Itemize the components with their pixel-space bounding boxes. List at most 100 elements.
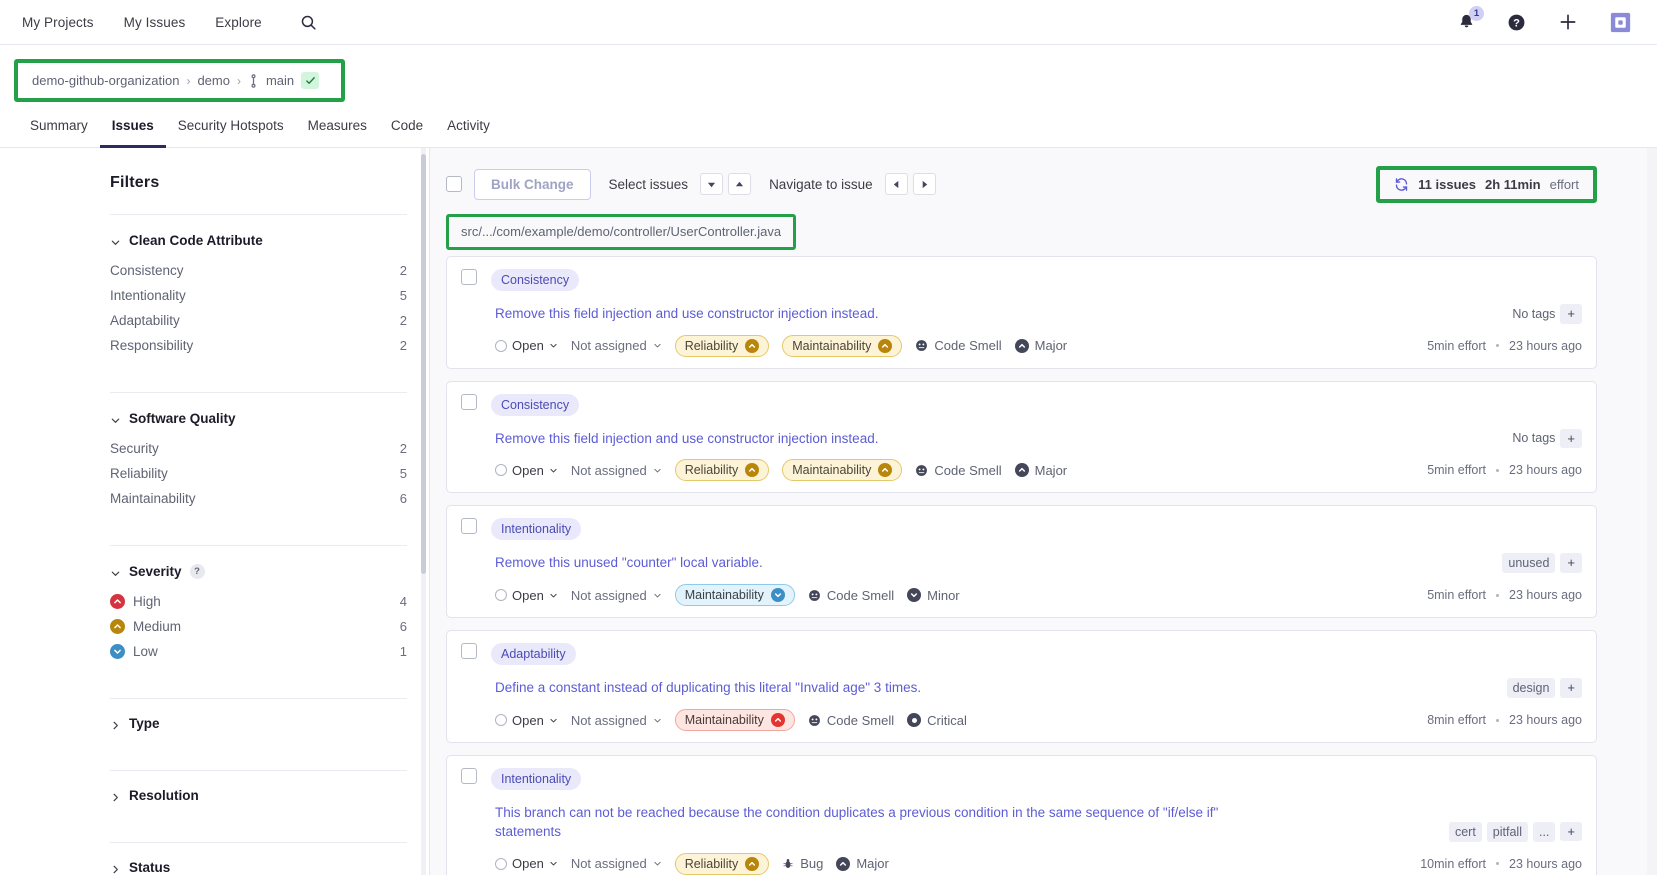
nav-link-explore[interactable]: Explore <box>215 15 261 30</box>
issue-message[interactable]: Remove this field injection and use cons… <box>495 429 878 448</box>
help-icon[interactable]: ? <box>1507 13 1526 32</box>
issue-tag[interactable]: unused <box>1502 553 1556 574</box>
tab-measures[interactable]: Measures <box>296 112 379 148</box>
software-quality-badge-reliability[interactable]: Reliability <box>674 852 770 875</box>
issue-status-dropdown[interactable]: Open <box>495 338 558 353</box>
issue-message[interactable]: Remove this unused "counter" local varia… <box>495 553 763 572</box>
clean-code-attribute-badge[interactable]: Intentionality <box>491 768 582 791</box>
issue-checkbox[interactable] <box>461 269 477 285</box>
facet-header-resolution[interactable]: Resolution <box>110 788 407 803</box>
issue-checkbox[interactable] <box>461 518 477 535</box>
software-quality-badge-reliability[interactable]: Reliability <box>674 334 770 357</box>
caret-up-icon[interactable] <box>728 173 752 195</box>
tab-code[interactable]: Code <box>379 112 435 148</box>
software-quality-badge-maintainability[interactable]: Maintainability <box>782 334 903 357</box>
facet-item-label: Low <box>133 644 158 659</box>
facet-item-reliability[interactable]: Reliability 5 <box>110 461 407 486</box>
facet-item-responsibility[interactable]: Responsibility 2 <box>110 333 407 358</box>
software-quality-badge-reliability[interactable]: Reliability <box>674 459 770 482</box>
tab-activity[interactable]: Activity <box>435 112 502 148</box>
software-quality-badge-maintainability[interactable]: Maintainability <box>674 584 795 607</box>
facet-header-type[interactable]: Type <box>110 716 407 731</box>
breadcrumb-project[interactable]: demo <box>197 73 230 88</box>
add-tag-button[interactable]: + <box>1560 428 1582 449</box>
facet-item-adaptability[interactable]: Adaptability 2 <box>110 308 407 333</box>
issue-status-dropdown[interactable]: Open <box>495 856 558 871</box>
clean-code-attribute-badge[interactable]: Intentionality <box>491 518 582 541</box>
sidebar-scrollbar-thumb[interactable] <box>421 154 426 574</box>
issue-tags-overflow[interactable]: ... <box>1532 821 1556 842</box>
issue-severity: Major <box>836 856 889 871</box>
issue-assignee-dropdown[interactable]: Not assigned <box>571 463 662 478</box>
issue-assignee-dropdown[interactable]: Not assigned <box>571 856 662 871</box>
caret-right-icon[interactable] <box>912 173 936 195</box>
issue-message[interactable]: Define a constant instead of duplicating… <box>495 678 921 697</box>
project-tabs: Summary Issues Security Hotspots Measure… <box>0 112 1657 148</box>
issue-checkbox[interactable] <box>461 643 477 660</box>
status-open-icon <box>495 464 507 477</box>
issue-tag[interactable]: cert <box>1448 821 1482 842</box>
facet-header-clean-code-attribute[interactable]: Clean Code Attribute <box>110 233 407 248</box>
main-scrollbar-track[interactable] <box>1647 148 1657 875</box>
issue-assignee-dropdown[interactable]: Not assigned <box>571 338 662 353</box>
facet-header-status[interactable]: Status <box>110 860 407 875</box>
issue-card[interactable]: Intentionality This branch can not be re… <box>446 755 1597 875</box>
nav-link-my-issues[interactable]: My Issues <box>124 15 186 30</box>
add-tag-button[interactable]: + <box>1560 304 1582 324</box>
issue-assignee-dropdown[interactable]: Not assigned <box>571 588 662 603</box>
facet-header-severity[interactable]: Severity ? <box>110 564 407 579</box>
nav-link-my-projects[interactable]: My Projects <box>22 15 94 30</box>
add-tag-button[interactable]: + <box>1560 553 1582 573</box>
issue-card[interactable]: Consistency Remove this field injection … <box>446 380 1597 494</box>
facet-item-medium[interactable]: Medium 6 <box>110 614 407 639</box>
issue-meta-right: 5min effort 23 hours ago <box>1427 463 1582 477</box>
facet-item-low[interactable]: Low 1 <box>110 639 407 664</box>
user-avatar-icon[interactable] <box>1610 12 1631 33</box>
facet-item-intentionality[interactable]: Intentionality 5 <box>110 283 407 308</box>
bulk-change-button[interactable]: Bulk Change <box>474 168 591 200</box>
facet-item-high[interactable]: High 4 <box>110 589 407 614</box>
issue-message[interactable]: Remove this field injection and use cons… <box>495 304 878 323</box>
issue-tag[interactable]: pitfall <box>1486 821 1528 842</box>
issue-card[interactable]: Consistency Remove this field injection … <box>446 256 1597 369</box>
search-icon[interactable] <box>300 14 317 31</box>
notifications-bell-icon[interactable]: 1 <box>1458 6 1484 31</box>
caret-left-icon[interactable] <box>884 173 908 195</box>
facet-item-label: High <box>133 594 161 609</box>
select-all-checkbox[interactable] <box>446 176 462 192</box>
software-quality-badge-maintainability[interactable]: Maintainability <box>782 459 903 482</box>
plus-icon[interactable] <box>1558 12 1578 32</box>
issue-status-dropdown[interactable]: Open <box>495 463 558 478</box>
clean-code-attribute-badge[interactable]: Adaptability <box>491 643 576 666</box>
severity-help-icon[interactable]: ? <box>189 564 205 579</box>
add-tag-button[interactable]: + <box>1560 821 1582 842</box>
tab-security-hotspots[interactable]: Security Hotspots <box>166 112 296 148</box>
tab-issues[interactable]: Issues <box>99 112 166 148</box>
issue-card[interactable]: Adaptability Define a constant instead o… <box>446 630 1597 744</box>
add-tag-button[interactable]: + <box>1560 678 1582 698</box>
facet-item-security[interactable]: Security 2 <box>110 436 407 461</box>
refresh-icon[interactable] <box>1394 177 1409 192</box>
facet-item-count: 2 <box>399 338 407 353</box>
facet-item-maintainability[interactable]: Maintainability 6 <box>110 486 407 511</box>
issue-assignee-dropdown[interactable]: Not assigned <box>571 713 662 728</box>
tab-summary[interactable]: Summary <box>18 112 100 148</box>
clean-code-attribute-badge[interactable]: Consistency <box>491 393 580 416</box>
issue-status-dropdown[interactable]: Open <box>495 713 558 728</box>
breadcrumb-organization[interactable]: demo-github-organization <box>32 73 179 88</box>
caret-down-icon[interactable] <box>700 173 724 195</box>
facet-item-consistency[interactable]: Consistency 2 <box>110 258 407 283</box>
facet-header-software-quality[interactable]: Software Quality <box>110 411 407 426</box>
issue-type-label: Code Smell <box>826 712 895 728</box>
chevron-down-icon <box>654 468 661 473</box>
clean-code-attribute-badge[interactable]: Consistency <box>491 269 580 291</box>
issue-checkbox[interactable] <box>461 393 477 410</box>
software-quality-badge-maintainability[interactable]: Maintainability <box>674 709 795 732</box>
issue-card[interactable]: Intentionality Remove this unused "count… <box>446 505 1597 619</box>
issue-tag[interactable]: design <box>1506 678 1556 699</box>
file-path[interactable]: src/.../com/example/demo/controller/User… <box>461 224 781 239</box>
breadcrumb-branch[interactable]: main <box>266 73 294 88</box>
issue-checkbox[interactable] <box>461 768 477 785</box>
issue-status-dropdown[interactable]: Open <box>495 588 558 603</box>
issue-message[interactable]: This branch can not be reached because t… <box>495 803 1230 841</box>
